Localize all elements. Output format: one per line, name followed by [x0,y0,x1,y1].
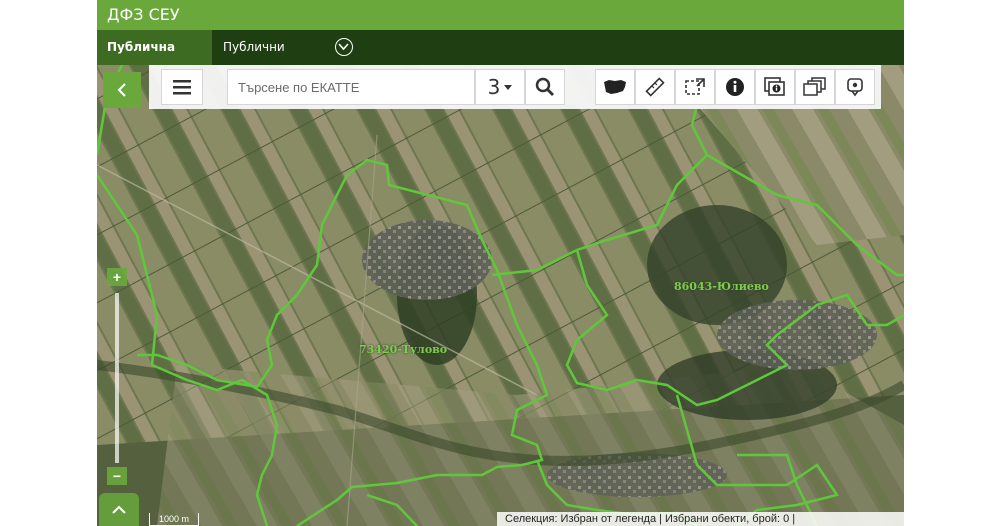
select-area-icon [685,78,705,95]
app-title: ДФЗ СЕУ [107,5,180,24]
zoom-in-button[interactable]: + [107,268,127,286]
caret-down-icon [504,84,513,90]
layer-info-button[interactable] [755,69,795,105]
layers-button[interactable] [795,69,835,105]
measure-button[interactable] [635,69,675,105]
info-icon [726,78,744,96]
tab-public-reports[interactable]: Публични справки [213,30,333,89]
full-extent-button[interactable] [595,69,635,105]
collapse-panel-button[interactable] [103,72,141,108]
layers-icon [803,77,826,96]
zoom-level-select[interactable]: 3 [475,69,525,105]
scale-bar: 1000 m [149,513,199,526]
map-toolbar: 3 [149,65,881,109]
menu-icon [173,80,191,95]
zoom-out-button[interactable]: − [107,467,127,485]
bulgaria-map-icon [604,80,626,94]
tab-public-map[interactable]: Публична карта [97,30,212,89]
scroll-up-button[interactable] [99,493,139,526]
location-pin-icon [847,78,863,97]
search-button[interactable] [525,69,565,105]
title-bar: ДФЗ СЕУ [97,0,904,30]
chevron-up-icon [112,505,126,514]
ruler-icon [645,77,665,97]
menu-button[interactable] [161,69,203,105]
selection-status: Селекция: Избран от легенда | Избрани об… [497,512,904,526]
identify-button[interactable] [715,69,755,105]
map-view[interactable]: 73420-Тулово 86043-Юлиево 3 [97,65,904,526]
zoom-slider[interactable] [115,293,119,463]
satellite-map[interactable] [97,65,904,526]
select-area-button[interactable] [675,69,715,105]
layers-info-icon [764,77,785,96]
chevron-down-icon[interactable] [335,38,353,56]
chevron-left-icon [117,83,126,97]
search-icon [535,77,554,96]
ekatte-search-input[interactable] [227,69,475,105]
village-label-tulovo: 73420-Тулово [359,343,448,356]
nav-bar: Публична карта Публични справки [97,30,904,89]
location-button[interactable] [835,69,875,105]
app-window: ДФЗ СЕУ Публична карта Публични справки [97,0,904,526]
village-label-yulievo: 86043-Юлиево [674,280,769,293]
